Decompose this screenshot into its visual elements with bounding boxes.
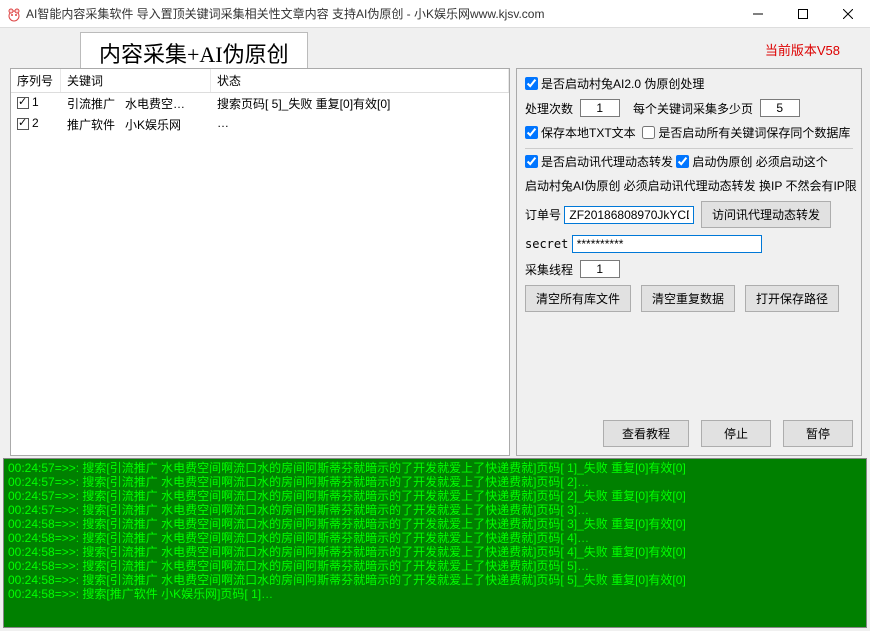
kw-cell2: 小K娱乐网 bbox=[125, 118, 181, 132]
status-cell: 搜索页码[ 5]_失败 重复[0]有效[0] bbox=[211, 93, 509, 114]
log-line: 00:24:57=>>: 搜索[引流推广 水电费空间啊流口水的房间阿斯蒂芬就暗示… bbox=[8, 475, 862, 489]
cb-cuntu-ai[interactable]: 是否启动村兔AI2.0 伪原创处理 bbox=[525, 75, 704, 92]
col-seq[interactable]: 序列号 bbox=[11, 69, 61, 92]
log-line: 00:24:57=>>: 搜索[引流推广 水电费空间啊流口水的房间阿斯蒂芬就暗示… bbox=[8, 461, 862, 475]
maximize-button[interactable] bbox=[780, 0, 825, 28]
list-header: 序列号 关键词 状态 bbox=[11, 69, 509, 93]
status-cell: … bbox=[211, 114, 509, 135]
app-icon bbox=[6, 6, 22, 22]
row-checkbox[interactable] bbox=[17, 97, 29, 109]
proc-count-input[interactable] bbox=[580, 99, 620, 117]
cb-cuntu-ai-input[interactable] bbox=[525, 77, 538, 90]
log-line: 00:24:58=>>: 搜索[引流推广 水电费空间啊流口水的房间阿斯蒂芬就暗示… bbox=[8, 545, 862, 559]
tutorial-button[interactable]: 查看教程 bbox=[603, 420, 689, 447]
cb-save-txt[interactable]: 保存本地TXT文本 bbox=[525, 124, 636, 141]
table-row[interactable]: 2 推广软件 小K娱乐网 … bbox=[11, 114, 509, 135]
open-path-button[interactable]: 打开保存路径 bbox=[745, 285, 839, 312]
log-line: 00:24:57=>>: 搜索[引流推广 水电费空间啊流口水的房间阿斯蒂芬就暗示… bbox=[8, 503, 862, 517]
thread-input[interactable] bbox=[580, 260, 620, 278]
proxy-link-button[interactable]: 访问讯代理动态转发 bbox=[701, 201, 831, 228]
cb-save-txt-input[interactable] bbox=[525, 126, 538, 139]
title-bar: AI智能内容采集软件 导入置顶关键词采集相关性文章内容 支持AI伪原创 - 小K… bbox=[0, 0, 870, 28]
keyword-list: 序列号 关键词 状态 1 引流推广 水电费空… 搜索页码[ 5]_失败 重复[0… bbox=[10, 68, 510, 456]
cb-save-db-input[interactable] bbox=[642, 126, 655, 139]
cb-pseudo[interactable]: 启动伪原创 bbox=[676, 153, 752, 170]
client-area: 内容采集+AI伪原创 当前版本V58 序列号 关键词 状态 1 引流推广 水电费… bbox=[0, 28, 870, 631]
divider bbox=[525, 148, 853, 149]
log-line: 00:24:57=>>: 搜索[引流推广 水电费空间啊流口水的房间阿斯蒂芬就暗示… bbox=[8, 489, 862, 503]
minimize-button[interactable] bbox=[735, 0, 780, 28]
secret-label: secret bbox=[525, 237, 568, 251]
log-panel[interactable]: 00:24:57=>>: 搜索[引流推广 水电费空间啊流口水的房间阿斯蒂芬就暗示… bbox=[3, 458, 867, 628]
thread-label: 采集线程 bbox=[525, 261, 573, 278]
table-row[interactable]: 1 引流推广 水电费空… 搜索页码[ 5]_失败 重复[0]有效[0] bbox=[11, 93, 509, 114]
pages-label: 每个关键词采集多少页 bbox=[633, 100, 753, 117]
order-label: 订单号 bbox=[525, 206, 561, 223]
row-checkbox[interactable] bbox=[17, 118, 29, 130]
log-line: 00:24:58=>>: 搜索[引流推广 水电费空间啊流口水的房间阿斯蒂芬就暗示… bbox=[8, 531, 862, 545]
col-status[interactable]: 状态 bbox=[211, 69, 509, 92]
log-line: 00:24:58=>>: 搜索[引流推广 水电费空间啊流口水的房间阿斯蒂芬就暗示… bbox=[8, 517, 862, 531]
settings-panel: 是否启动村兔AI2.0 伪原创处理 处理次数 每个关键词采集多少页 保存本地TX… bbox=[516, 68, 862, 456]
col-keyword[interactable]: 关键词 bbox=[61, 69, 211, 92]
note-line: 启动村兔AI伪原创 必须启动讯代理动态转发 换IP 不然会有IP限 bbox=[525, 177, 857, 194]
cb-proxy[interactable]: 是否启动讯代理动态转发 bbox=[525, 153, 673, 170]
kw-cell: 引流推广 bbox=[67, 97, 115, 111]
log-line: 00:24:58=>>: 搜索[引流推广 水电费空间啊流口水的房间阿斯蒂芬就暗示… bbox=[8, 573, 862, 587]
cb-save-db[interactable]: 是否启动所有关键词保存同个数据库 bbox=[642, 124, 850, 141]
proc-count-label: 处理次数 bbox=[525, 100, 573, 117]
log-line: 00:24:58=>>: 搜索[推广软件 小K娱乐网]页码[ 1]… bbox=[8, 587, 862, 601]
secret-input[interactable] bbox=[572, 235, 762, 253]
log-line: 00:24:58=>>: 搜索[引流推广 水电费空间啊流口水的房间阿斯蒂芬就暗示… bbox=[8, 559, 862, 573]
pseudo-note: 必须启动这个 bbox=[756, 153, 828, 170]
cb-proxy-input[interactable] bbox=[525, 155, 538, 168]
pages-input[interactable] bbox=[760, 99, 800, 117]
kw-cell2: 水电费空… bbox=[125, 97, 185, 111]
clear-dup-button[interactable]: 清空重复数据 bbox=[641, 285, 735, 312]
pause-button[interactable]: 暂停 bbox=[783, 420, 853, 447]
cb-pseudo-input[interactable] bbox=[676, 155, 689, 168]
clear-lib-button[interactable]: 清空所有库文件 bbox=[525, 285, 631, 312]
stop-button[interactable]: 停止 bbox=[701, 420, 771, 447]
window-title: AI智能内容采集软件 导入置顶关键词采集相关性文章内容 支持AI伪原创 - 小K… bbox=[26, 5, 735, 22]
kw-cell: 推广软件 bbox=[67, 118, 115, 132]
close-button[interactable] bbox=[825, 0, 870, 28]
seq-cell: 1 bbox=[32, 95, 39, 109]
seq-cell: 2 bbox=[32, 116, 39, 130]
order-input[interactable] bbox=[564, 206, 694, 224]
version-label: 当前版本V58 bbox=[765, 40, 840, 59]
window-controls bbox=[735, 0, 870, 28]
